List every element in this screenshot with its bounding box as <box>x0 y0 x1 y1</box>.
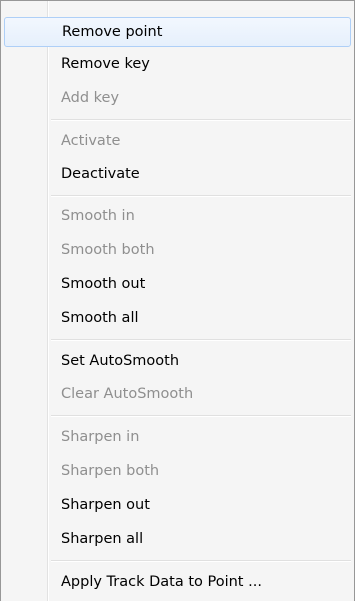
menu-item-label: Remove key <box>61 56 150 72</box>
menu-item-label: Sharpen in <box>61 429 140 445</box>
menu-item-sharpen-in[interactable]: Sharpen in <box>4 422 351 452</box>
menu-item-label: Smooth both <box>61 242 155 258</box>
menu-item-smooth-in[interactable]: Smooth in <box>4 201 351 231</box>
menu-item-label: Smooth in <box>61 208 135 224</box>
menu-item-activate[interactable]: Activate <box>4 126 351 156</box>
menu-item-label: Clear AutoSmooth <box>61 386 194 402</box>
menu-item-remove-key[interactable]: Remove key <box>4 49 351 79</box>
menu-separator <box>51 560 351 562</box>
menu-item-sharpen-both[interactable]: Sharpen both <box>4 456 351 486</box>
menu-item-label: Smooth all <box>61 310 139 326</box>
menu-item-remove-point[interactable]: Remove point <box>4 17 351 47</box>
menu-item-label: Add key <box>61 90 120 106</box>
menu-item-set-autosmooth[interactable]: Set AutoSmooth <box>4 346 351 376</box>
menu-item-label: Deactivate <box>61 166 140 182</box>
menu-item-label: Sharpen out <box>61 497 150 513</box>
menu-item-smooth-all[interactable]: Smooth all <box>4 303 351 333</box>
menu-item-deactivate[interactable]: Deactivate <box>4 159 351 189</box>
menu-item-sharpen-out[interactable]: Sharpen out <box>4 490 351 520</box>
menu-item-smooth-out[interactable]: Smooth out <box>4 269 351 299</box>
menu-item-apply-track-data[interactable]: Apply Track Data to Point ... <box>4 567 351 597</box>
menu-separator <box>51 339 351 341</box>
menu-item-sharpen-all[interactable]: Sharpen all <box>4 524 351 554</box>
menu-item-label: Sharpen both <box>61 463 160 479</box>
menu-item-smooth-both[interactable]: Smooth both <box>4 235 351 265</box>
menu-item-label: Sharpen all <box>61 531 144 547</box>
context-menu: Remove point Remove key Add key Activate… <box>0 0 355 601</box>
menu-item-label: Set AutoSmooth <box>61 353 180 369</box>
menu-item-clear-autosmooth[interactable]: Clear AutoSmooth <box>4 379 351 409</box>
menu-item-label: Activate <box>61 133 121 149</box>
menu-item-label: Remove point <box>62 24 163 40</box>
menu-separator <box>51 415 351 417</box>
menu-separator <box>51 119 351 121</box>
menu-item-label: Apply Track Data to Point ... <box>61 574 262 590</box>
menu-item-label: Smooth out <box>61 276 146 292</box>
menu-item-add-key[interactable]: Add key <box>4 83 351 113</box>
menu-separator <box>51 195 351 197</box>
